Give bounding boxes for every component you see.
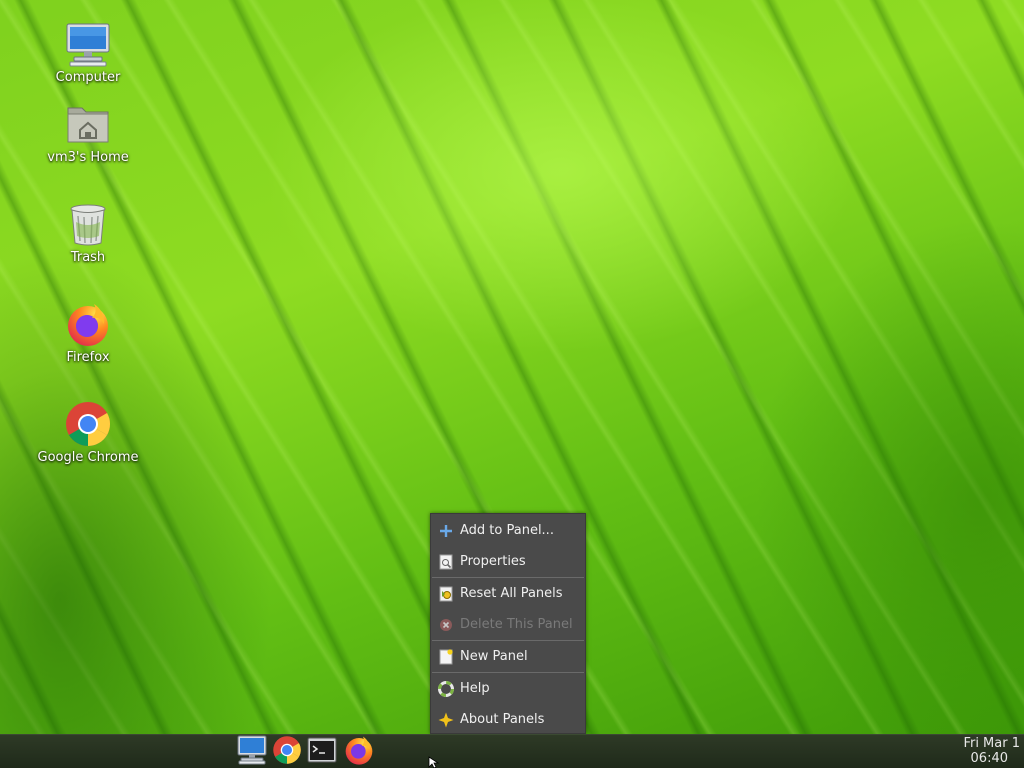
desktop-icon-label: vm3's Home [47,150,129,165]
menu-item-help[interactable]: Help [431,673,585,704]
desktop-icon-label: Computer [55,70,121,85]
properties-icon [438,554,454,570]
home-folder-icon [64,100,112,148]
menu-item-label: Reset All Panels [460,586,563,601]
desktop-icon-computer[interactable]: Computer [28,20,148,85]
menu-item-reset-all-panels[interactable]: Reset All Panels [431,578,585,609]
menu-item-label: Delete This Panel [460,617,573,632]
computer-icon [64,20,112,68]
help-icon [438,680,454,697]
menu-item-add-to-panel[interactable]: Add to Panel... [431,515,585,546]
add-icon [438,523,454,539]
desktop-icon-trash[interactable]: Trash [28,200,148,265]
about-icon [438,712,454,728]
desktop-icon-label: Firefox [66,350,110,365]
trash-icon [64,200,112,248]
menu-item-label: About Panels [460,712,545,727]
desktop-icon-firefox[interactable]: Firefox [28,300,148,365]
menu-item-new-panel[interactable]: New Panel [431,641,585,672]
computer-launcher[interactable] [236,735,268,768]
firefox-icon [343,734,375,768]
reset-icon [438,586,454,602]
menu-item-label: Properties [460,554,526,569]
menu-item-delete-this-panel[interactable]: Delete This Panel [431,609,585,640]
clock-date: Fri Mar 1 [963,736,1020,751]
desktop-icon-home[interactable]: vm3's Home [28,100,148,165]
panel-context-menu: Add to Panel... Properties Reset All Pan… [430,513,586,734]
menu-item-properties[interactable]: Properties [431,546,585,577]
menu-item-label: Add to Panel... [460,523,554,538]
new-panel-icon [438,648,454,665]
menu-item-label: Help [460,681,490,696]
computer-icon [236,735,268,768]
chrome-launcher[interactable] [271,735,303,768]
delete-icon [438,617,454,633]
firefox-icon [64,300,112,348]
terminal-launcher[interactable] [306,737,338,767]
bottom-panel[interactable]: Fri Mar 1 06:40 [0,734,1024,768]
desktop-icon-chrome[interactable]: Google Chrome [28,400,148,465]
chrome-icon [64,400,112,448]
desktop-icon-label: Trash [70,250,106,265]
menu-item-label: New Panel [460,649,528,664]
mouse-cursor-icon [428,756,440,768]
panel-clock[interactable]: Fri Mar 1 06:40 [963,736,1020,766]
chrome-icon [272,735,302,768]
desktop-icon-label: Google Chrome [37,450,139,465]
firefox-launcher[interactable] [343,734,375,768]
clock-time: 06:40 [970,751,1008,766]
menu-item-about-panels[interactable]: About Panels [431,704,585,735]
terminal-icon [307,737,337,767]
